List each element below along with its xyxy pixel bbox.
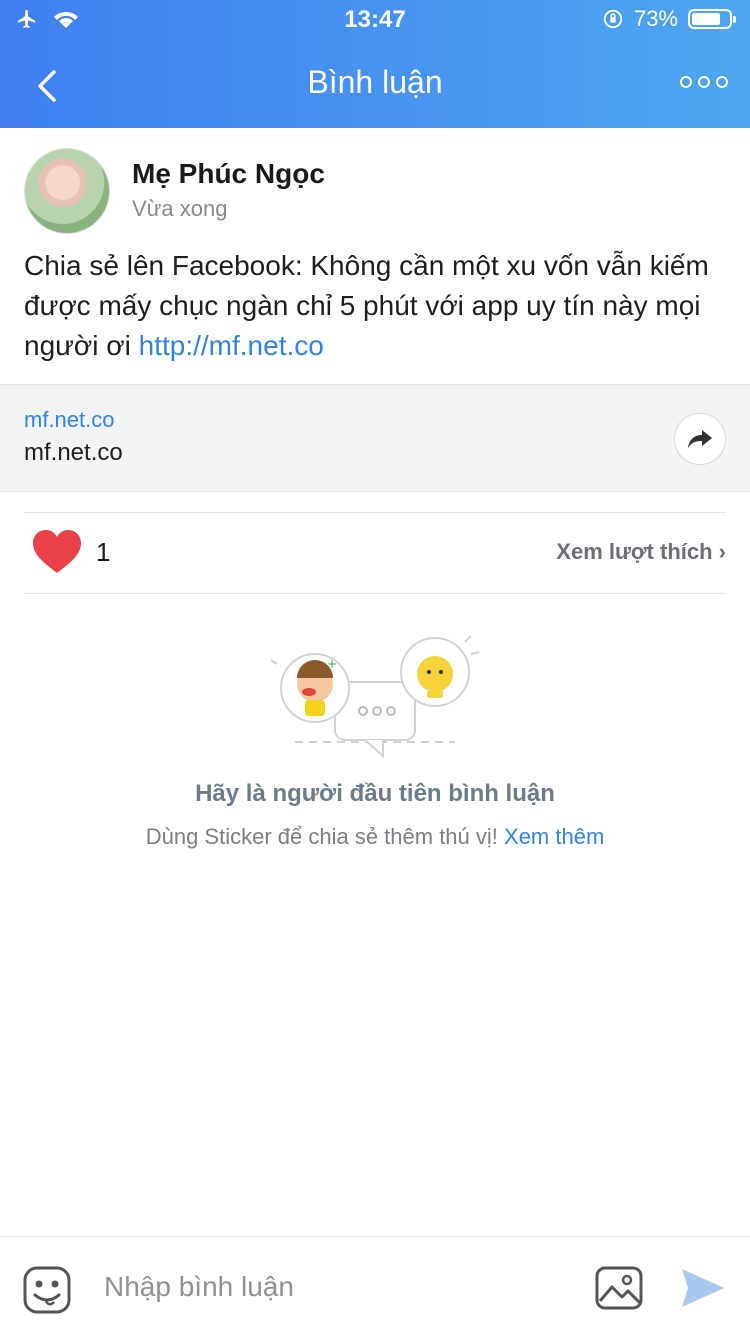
battery-percent: 73%: [633, 6, 678, 31]
post-time: Vừa xong: [132, 196, 228, 221]
status-right: 73%: [602, 6, 736, 32]
sticker-illustration-icon: +: [270, 635, 480, 759]
nav-bar: Bình luận: [0, 40, 750, 128]
header: 13:47 73% Bình luận: [0, 0, 750, 128]
battery-icon: [688, 9, 736, 29]
see-more-link[interactable]: Xem thêm: [504, 824, 604, 849]
comment-input[interactable]: Nhập bình luận: [104, 1271, 294, 1303]
post-link[interactable]: http://mf.net.co: [139, 330, 324, 361]
more-options-button[interactable]: [680, 70, 730, 94]
heart-icon[interactable]: [32, 529, 82, 575]
page-title: Bình luận: [307, 64, 443, 100]
sticker-emoji-icon[interactable]: [22, 1265, 72, 1315]
status-bar: 13:47 73%: [0, 0, 750, 40]
empty-sub-text: Dùng Sticker để chia sẻ thêm thú vị!: [145, 824, 505, 849]
avatar[interactable]: [24, 148, 110, 234]
empty-subtext: Dùng Sticker để chia sẻ thêm thú vị! Xem…: [0, 824, 750, 850]
post-text: Chia sẻ lên Facebook: Không cần một xu v…: [24, 246, 726, 366]
link-preview[interactable]: mf.net.co mf.net.co: [0, 384, 750, 492]
share-button[interactable]: [674, 413, 726, 465]
send-icon[interactable]: [680, 1265, 726, 1311]
preview-domain: mf.net.co: [24, 407, 115, 432]
author-name[interactable]: Mẹ Phúc Ngọc: [132, 158, 325, 190]
image-icon[interactable]: [594, 1265, 644, 1311]
chevron-right-icon: ›: [718, 539, 726, 564]
empty-headline: Hãy là người đầu tiên bình luận: [195, 780, 555, 807]
like-count: 1: [96, 537, 111, 567]
comment-composer: Nhập bình luận: [0, 1236, 750, 1335]
rotation-lock-icon: [603, 9, 623, 29]
preview-title: mf.net.co: [24, 439, 123, 466]
more-dot-icon: [716, 76, 728, 88]
likes-row: 1 Xem lượt thích ›: [24, 512, 726, 594]
post-text-body: Chia sẻ lên Facebook: Không cần một xu v…: [24, 250, 709, 361]
see-likes-link[interactable]: Xem lượt thích ›: [556, 539, 726, 565]
more-dot-icon: [680, 76, 692, 88]
see-likes-label: Xem lượt thích: [556, 539, 713, 564]
more-dot-icon: [698, 76, 710, 88]
svg-text:+: +: [327, 657, 337, 671]
share-arrow-icon: [688, 430, 712, 448]
